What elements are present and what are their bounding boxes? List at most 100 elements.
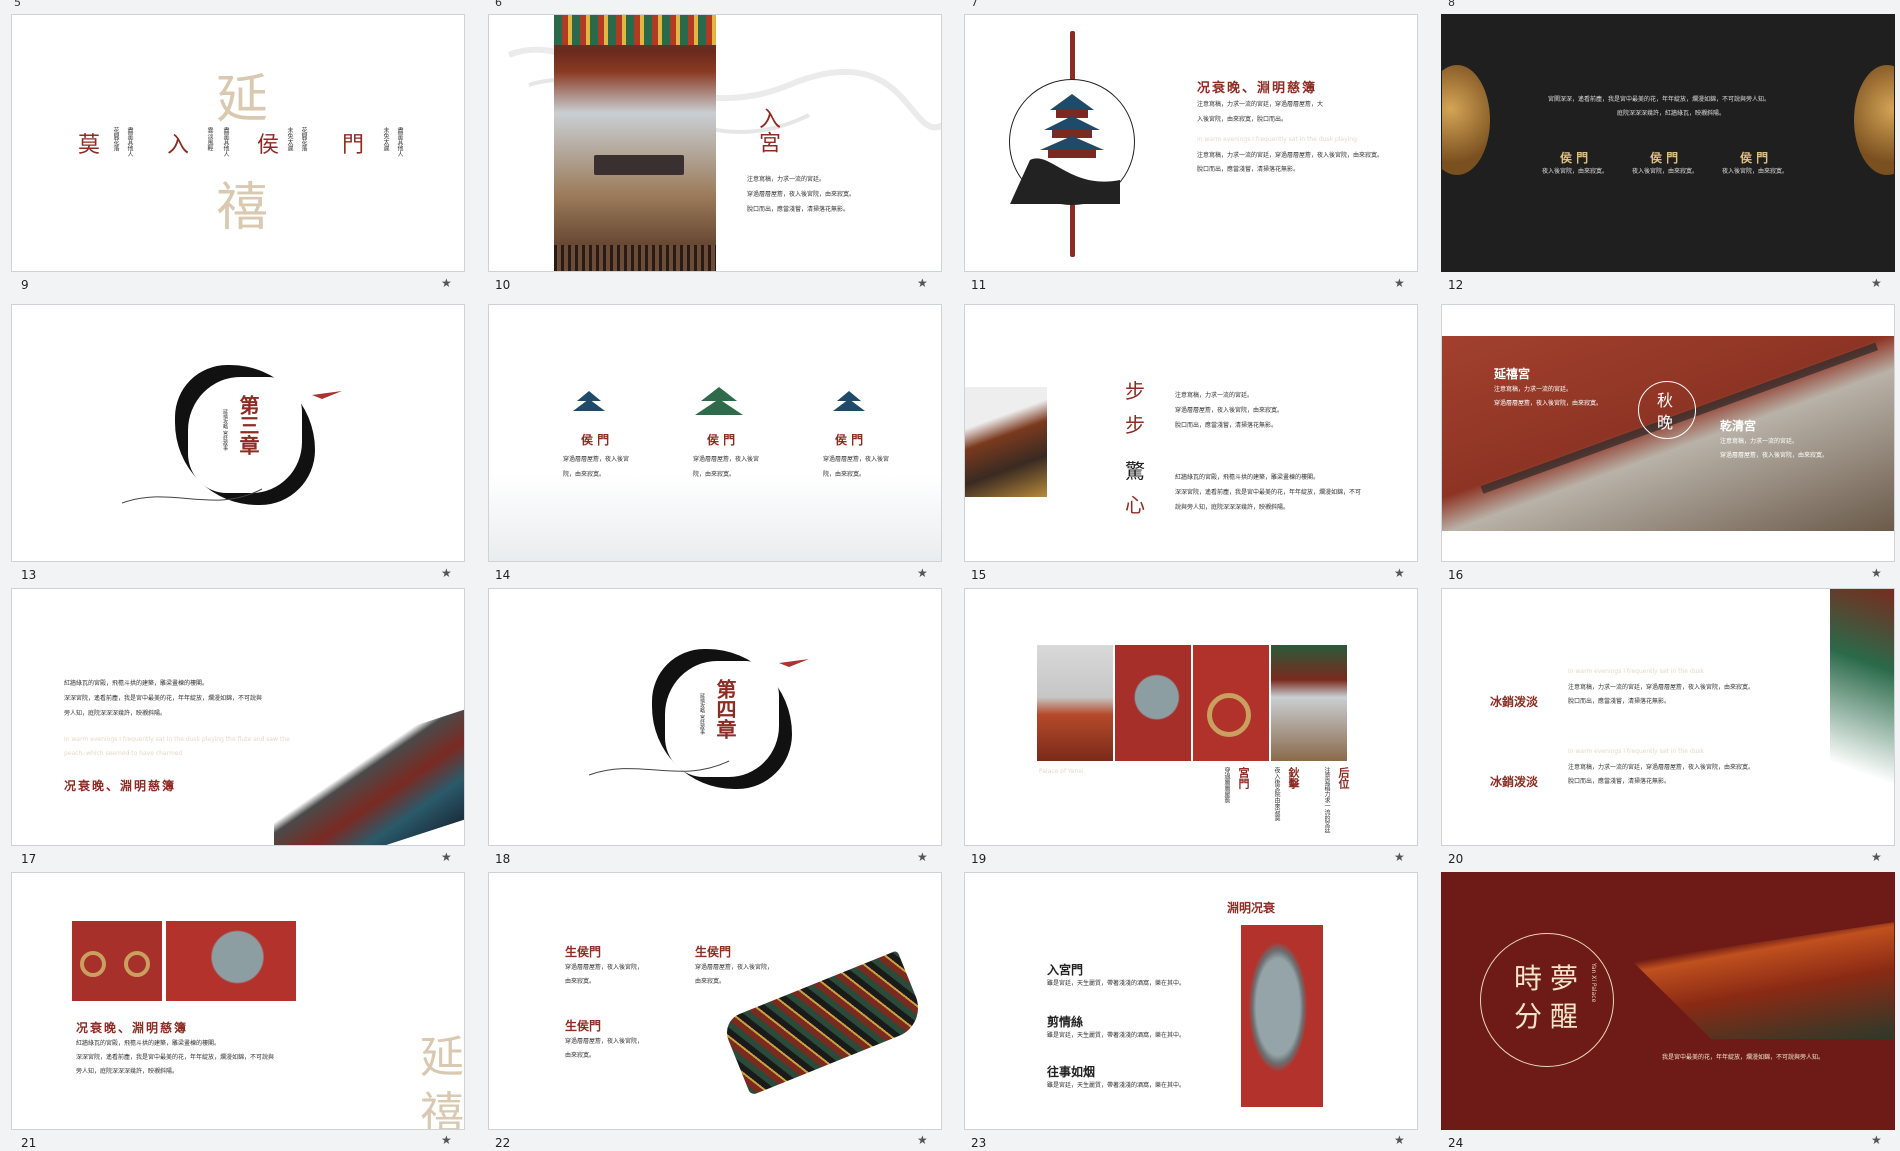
text-line: 脫口而出，應當淺嘗，清掃落花無影。	[1568, 698, 1671, 705]
slide-thumbnail[interactable]: 况衰晚、淵明慈簿 紅牆綠瓦的宮殿，飛檐斗拱的建築，雕梁畫棟的樓閣。 深深宮院，遙…	[11, 872, 465, 1130]
text-line: 脫口而出，應當淺嘗，清掃落花無影。	[1175, 422, 1278, 429]
palace-photo	[554, 15, 716, 271]
animation-star-icon[interactable]: ★	[1394, 850, 1405, 864]
section-title: 生侯門	[565, 1019, 602, 1033]
slide-number: 12	[1448, 278, 1464, 292]
lion-photo	[1241, 925, 1323, 1107]
big-char-yan: 延	[216, 70, 269, 130]
animation-star-icon[interactable]: ★	[441, 566, 452, 580]
section-title: 生侯門	[565, 945, 602, 959]
slide-title: 况衰晚、淵明慈簿	[1197, 81, 1318, 96]
text-line: 夜入後宮院，由來寂寞。	[1632, 168, 1699, 175]
animation-star-icon[interactable]: ★	[1871, 1133, 1882, 1147]
temple-icons	[573, 387, 865, 415]
animation-star-icon[interactable]: ★	[917, 1133, 928, 1147]
slide-thumbnail[interactable]: 宮闕深深，遙看前塵，我是宮中最美的花，年年綻放，爛漫如錦，不可說與旁人知。 庭院…	[1441, 14, 1895, 272]
animation-star-icon[interactable]: ★	[441, 850, 452, 864]
animation-star-icon[interactable]: ★	[1871, 566, 1882, 580]
eave-photo	[965, 387, 1047, 497]
lion-photo	[166, 921, 296, 1001]
text-line: 紅牆綠瓦的宮殿，飛檐斗拱的建築，雕梁畫棟的樓閣。	[1175, 474, 1320, 481]
animation-star-icon[interactable]: ★	[1871, 850, 1882, 864]
slide-number: 24	[1448, 1136, 1464, 1150]
text-line: 由來寂寞。	[565, 1052, 596, 1059]
roof-photo	[274, 706, 464, 845]
section-title: 冰銷泼淡	[1490, 695, 1539, 709]
text-line: 院，由來寂寞。	[563, 471, 606, 478]
text-line: 穿過層層屋簷，夜入後宮	[563, 456, 630, 463]
slide-thumbnail[interactable]: 延禧宮 注意寫稿，力求一流的宮廷。 穿過層層屋簷，夜入後宮院，由來寂寞。 秋 晚…	[1441, 304, 1895, 562]
text-line: 穿過層層屋簷，夜入後宮院，由來寂寞。	[1175, 407, 1284, 414]
text-line: 注意寫稿，力求一流的宮廷。	[1175, 392, 1254, 399]
slide-thumbnail[interactable]: 紅牆綠瓦的宮殿，飛檐斗拱的建築，雕梁畫棟的樓閣。 深深宮院，遙看前塵，我是宮中最…	[11, 588, 465, 846]
slide-thumbnail[interactable]: 况衰晚、淵明慈簿 注意寫稿，力求一流的宮廷，穿過層層屋簷，大 入後宮院，由來寂寞…	[964, 14, 1418, 272]
slide-number: 17	[21, 852, 37, 866]
col-text: 穿過層層屋簷	[1223, 767, 1230, 803]
text-line: 穿過層層屋簷，夜入後宮	[823, 456, 890, 463]
big-char-xi: 禧	[420, 1088, 464, 1130]
vertical-title: 淵明	[1227, 901, 1252, 915]
text-line: 夜入後宮院，由來寂寞。	[1722, 168, 1789, 175]
title-char: 步	[1125, 413, 1145, 437]
animation-star-icon[interactable]: ★	[1871, 276, 1882, 290]
eave-photo	[1830, 589, 1894, 845]
slide-thumbnail[interactable]: 夢 時 分 醒 Yan Xi Palace 我是宮中最美的花，年年綻放，爛漫如錦…	[1441, 872, 1895, 1130]
animation-star-icon[interactable]: ★	[441, 1133, 452, 1147]
slide-thumbnail[interactable]: 步 步 驚 心 注意寫稿，力求一流的宮廷。 穿過層層屋簷，夜入後宮院，由來寂寞。…	[964, 304, 1418, 562]
text-line: 穿過層層屋簷，夜入後宮院，由來寂寞。	[747, 191, 856, 198]
mountain-background	[489, 475, 941, 561]
slide-thumbnail[interactable]: 冰銷泼淡 In warm evenings I frequently sat i…	[1441, 588, 1895, 846]
animation-star-icon[interactable]: ★	[917, 276, 928, 290]
text-line: 由來寂寞。	[695, 978, 726, 985]
photo-4	[1271, 645, 1347, 761]
label: 侯 門	[707, 433, 736, 447]
vertical-text: 花開花落	[112, 127, 119, 151]
text-line: 由來寂寞。	[565, 978, 596, 985]
slide-thumbnail[interactable]: 入宮 注意寫稿，力求一流的宮廷。 穿過層層屋簷，夜入後宮院，由來寂寞。 脫口而出…	[488, 14, 942, 272]
faded-english: In warm evenings I frequently sat in the…	[1568, 668, 1705, 675]
item-text: 雖是宮廷，天生麗質，帶著淺淺的酒窩，樂在其中。	[1047, 980, 1186, 987]
slide-title: 况衰晚、淵明慈簿	[64, 779, 177, 793]
col-text: 夜入後宮院由來寂寞	[1273, 767, 1280, 821]
label: 侯 門	[1740, 151, 1769, 165]
slide-thumbnail[interactable]: 延 禧 莫 入 侯 門 花開花落 盡是其他人 雲淡風輕 盡是其他人 未免太遲 花…	[11, 14, 465, 272]
animation-star-icon[interactable]: ★	[1394, 276, 1405, 290]
section-title: 生侯門	[695, 945, 732, 959]
text-line: 穿過層層屋簷，夜入後宮	[693, 456, 760, 463]
slide-number: 16	[1448, 568, 1464, 582]
section-title: 冰銷泼淡	[1490, 775, 1539, 789]
animation-star-icon[interactable]: ★	[1394, 1133, 1405, 1147]
text-line: 夜入後宮院，由來寂寞。	[1542, 168, 1609, 175]
vertical-text: 盡是其他人	[396, 127, 403, 157]
label: 侯 門	[1650, 151, 1679, 165]
animation-star-icon[interactable]: ★	[917, 850, 928, 864]
circle-char: 夢	[1550, 962, 1579, 995]
slide-number: 22	[495, 1136, 511, 1150]
text-line: 深深宮院，遙看前塵，我是宮中最美的花，年年綻放，爛漫如錦，不可說與	[76, 1054, 275, 1061]
slide-thumbnail[interactable]: 侯 門 侯 門 侯 門 穿過層層屋簷，夜入後宮 院，由來寂寞。 穿過層層屋簷，夜…	[488, 304, 942, 562]
slide-thumbnail[interactable]: Palace of Yanxi 宮門 穿過層層屋簷 鈥擊 夜入後宮院由來寂寞 后…	[964, 588, 1418, 846]
text-line: 注意寫稿，力求一流的宮廷，穿過層層屋簷，夜入後宮院，由來寂寞。	[1197, 152, 1384, 159]
photo-1	[1037, 645, 1113, 761]
animation-star-icon[interactable]: ★	[917, 566, 928, 580]
slide-number: 21	[21, 1136, 37, 1150]
animation-star-icon[interactable]: ★	[441, 276, 452, 290]
slide-thumbnail[interactable]: 生侯門 穿過層層屋簷，夜入後宮院， 由來寂寞。 生侯門 穿過層層屋簷，夜入後宮院…	[488, 872, 942, 1130]
slide-number: 5	[14, 0, 21, 9]
text-line: 穿過層層屋簷，夜入後宮院，	[565, 964, 644, 971]
text-line: 說與旁人知，庭院深深深幾許，映襯斜陽。	[1175, 504, 1290, 511]
slide-thumbnail[interactable]: 况衰 淵明 入宮門 雖是宮廷，天生麗質，帶著淺淺的酒窩，樂在其中。 剪情絲 雖是…	[964, 872, 1418, 1130]
circle-char: 秋	[1657, 391, 1674, 410]
animation-star-icon[interactable]: ★	[1394, 566, 1405, 580]
item-text: 雖是宮廷，天生麗質，帶著淺淺的酒窩，樂在其中。	[1047, 1082, 1186, 1089]
photo-2	[1115, 645, 1191, 761]
text-line: 脫口而出，應當淺嘗，清掃落花無影。	[747, 206, 850, 213]
label: 侯 門	[835, 433, 864, 447]
slide-thumbnail[interactable]: 第四章 延禧攻略 宮廷故事	[488, 588, 942, 846]
slide-thumbnail[interactable]: 第三章 延禧攻略 宮廷故事	[11, 304, 465, 562]
big-char-yan: 延	[420, 1032, 464, 1083]
item-title: 往事如烟	[1047, 1065, 1096, 1079]
door-knocker-right	[1854, 65, 1894, 175]
vertical-text: 雲淡風輕	[206, 127, 213, 151]
text-line: 院，由來寂寞。	[823, 471, 866, 478]
